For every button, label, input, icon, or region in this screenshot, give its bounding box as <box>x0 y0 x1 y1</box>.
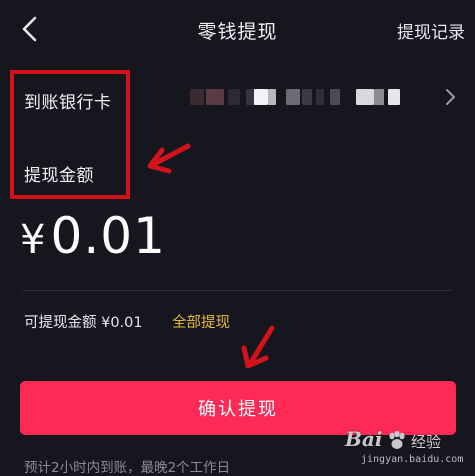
annotation-highlight-box <box>10 70 130 199</box>
bank-card-value[interactable] <box>190 86 410 108</box>
header-bar: 零钱提现 提现记录 <box>0 0 475 58</box>
amount-input[interactable]: ¥ 0.01 <box>20 207 166 267</box>
watermark-product: 经验 <box>411 433 442 451</box>
withdraw-history-link[interactable]: 提现记录 <box>397 18 465 43</box>
currency-symbol: ¥ <box>20 217 46 263</box>
paw-icon <box>389 430 405 449</box>
withdraw-all-link[interactable]: 全部提现 <box>172 311 230 332</box>
available-balance-text: 可提现金额 ¥0.01 <box>24 315 143 331</box>
annotation-arrow-icon <box>147 143 191 174</box>
arrival-time-note: 预计2小时内到账，最晚2个工作日 <box>24 460 231 476</box>
chevron-right-icon <box>446 89 455 105</box>
bank-card-chevron[interactable] <box>439 84 461 110</box>
watermark-url: jingyan.baidu.com <box>361 454 464 465</box>
divider <box>22 290 452 291</box>
annotation-arrow-icon <box>241 325 275 369</box>
watermark: Bai 经验 jingyan.baidu.com <box>345 427 463 469</box>
watermark-brand: Bai <box>345 427 383 451</box>
amount-value: 0.01 <box>50 207 166 265</box>
